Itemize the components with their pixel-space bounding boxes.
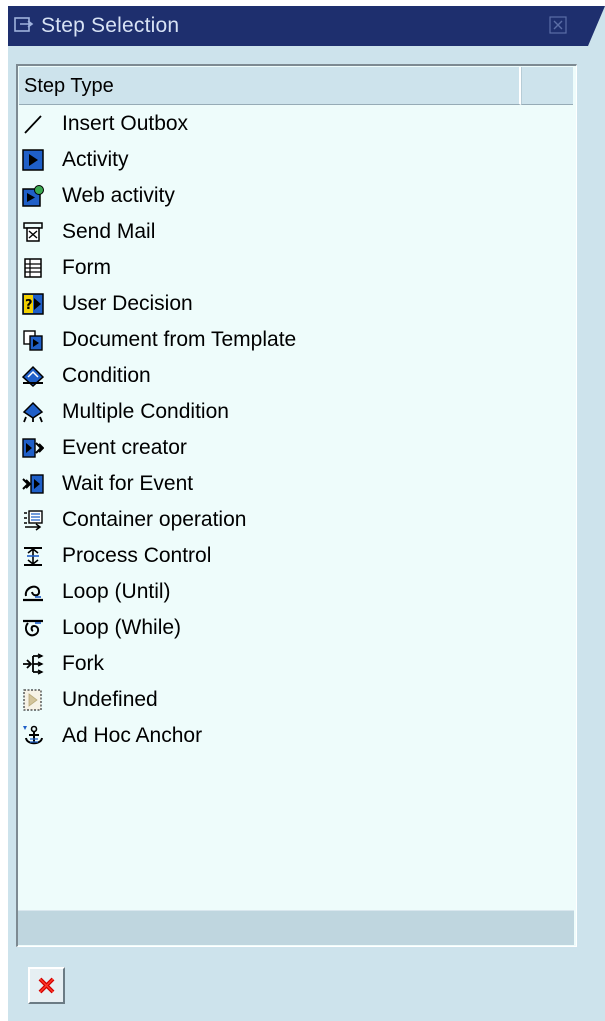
- list-item-label: Fork: [62, 652, 104, 675]
- list-item-label: Loop (While): [62, 616, 182, 639]
- list-item[interactable]: Container operation: [18, 502, 574, 538]
- anchor-icon: [23, 725, 43, 745]
- list-item-label: Insert Outbox: [62, 112, 189, 135]
- dialog-title: Step Selection: [41, 14, 180, 37]
- process-control-icon: [24, 547, 42, 566]
- list-item-label: Loop (Until): [62, 580, 171, 603]
- list-item-label: Document from Template: [62, 328, 297, 351]
- step-selection-dialog: Step Selection Step Type Insert Outbox A…: [8, 6, 605, 1021]
- list-item-label: Web activity: [62, 184, 175, 207]
- container-operation-icon: [24, 510, 43, 531]
- title-bar[interactable]: Step Selection: [8, 6, 605, 46]
- list-item[interactable]: Form: [18, 250, 574, 286]
- list-item-label: Send Mail: [62, 220, 156, 243]
- list-item[interactable]: Process Control: [18, 538, 574, 574]
- column-header-filler: [521, 67, 573, 105]
- list-item-label: Wait for Event: [62, 472, 194, 495]
- close-icon[interactable]: [549, 16, 567, 34]
- loop-while-icon: [23, 619, 43, 637]
- list-item[interactable]: Multiple Condition: [18, 394, 574, 430]
- list-item[interactable]: Activity: [18, 142, 574, 178]
- document-template-icon: [23, 330, 43, 351]
- list-item[interactable]: Condition: [18, 358, 574, 394]
- user-decision-icon: ?: [22, 293, 44, 315]
- loop-until-icon: [23, 585, 43, 602]
- list-item-label: Process Control: [62, 544, 212, 567]
- event-creator-icon: [22, 438, 44, 458]
- list-item[interactable]: Web activity: [18, 178, 574, 214]
- list-item[interactable]: Document from Template: [18, 322, 574, 358]
- list-item-label: Container operation: [62, 508, 247, 531]
- list-item[interactable]: Ad Hoc Anchor: [18, 718, 574, 754]
- fork-icon: [23, 653, 44, 675]
- line-icon: [24, 115, 42, 134]
- horizontal-scrollbar[interactable]: [18, 910, 574, 945]
- web-activity-icon: [22, 185, 44, 207]
- list-item-label: Multiple Condition: [62, 400, 229, 423]
- list-item-label: Form: [62, 256, 111, 279]
- cancel-icon: [38, 977, 55, 994]
- column-header-label: Step Type: [24, 75, 114, 97]
- send-mail-icon: [23, 222, 43, 242]
- svg-text:?: ?: [25, 298, 33, 313]
- step-type-table: Step Type Insert Outbox Activity Web act…: [16, 64, 577, 947]
- column-header-step-type[interactable]: Step Type: [19, 67, 521, 105]
- undefined-icon: [23, 689, 42, 711]
- cancel-button[interactable]: [28, 967, 65, 1004]
- list-item[interactable]: Fork: [18, 646, 574, 682]
- list-item[interactable]: Undefined: [18, 682, 574, 718]
- list-item-label: Undefined: [62, 688, 158, 711]
- form-icon: [24, 258, 42, 278]
- condition-icon: [22, 365, 44, 387]
- multiple-condition-icon: [22, 401, 44, 423]
- list-item[interactable]: Loop (While): [18, 610, 574, 646]
- list-item[interactable]: Send Mail: [18, 214, 574, 250]
- window-menu-icon[interactable]: [14, 16, 34, 34]
- list-item-label: Condition: [62, 364, 151, 387]
- wait-event-icon: [22, 474, 44, 494]
- list-item[interactable]: Event creator: [18, 430, 574, 466]
- list-item[interactable]: Insert Outbox: [18, 106, 574, 142]
- list-item[interactable]: Loop (Until): [18, 574, 574, 610]
- list-item-label: Event creator: [62, 436, 187, 459]
- activity-icon: [22, 149, 44, 171]
- list-item-label: Ad Hoc Anchor: [62, 724, 203, 747]
- list-item-label: Activity: [62, 148, 129, 171]
- list-item[interactable]: Wait for Event: [18, 466, 574, 502]
- list-item-label: User Decision: [62, 292, 193, 315]
- list-item[interactable]: ? User Decision: [18, 286, 574, 322]
